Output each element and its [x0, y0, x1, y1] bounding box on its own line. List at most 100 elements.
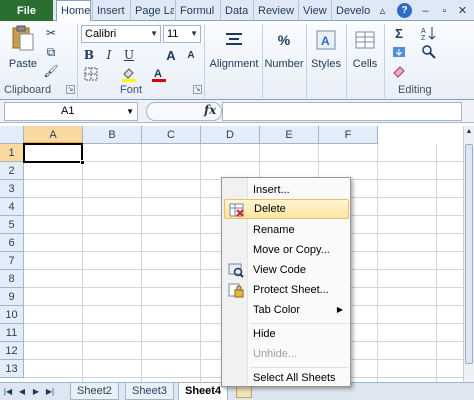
autosum-icon[interactable]: Σ [390, 24, 408, 42]
grow-font-button[interactable]: A [162, 46, 180, 64]
menu-item-label: Tab Color [253, 304, 301, 316]
cells-button[interactable]: Cells [349, 26, 381, 70]
sheet-context-menu: Insert... Delete Rename Move or Copy... … [221, 177, 351, 387]
minimize-icon[interactable]: – [418, 3, 433, 18]
cells-icon [352, 26, 378, 54]
restore-icon[interactable]: ▫ [437, 3, 452, 18]
tab-review[interactable]: Review [253, 0, 297, 21]
sort-filter-icon[interactable]: AZ [420, 24, 438, 42]
tab-view[interactable]: View [298, 0, 330, 21]
vertical-scrollbar[interactable]: ▲ [463, 126, 474, 382]
clipboard-launcher-icon[interactable]: ↘ [66, 85, 75, 94]
lock-icon [228, 283, 244, 298]
active-cell[interactable] [23, 143, 83, 163]
fill-handle[interactable] [80, 160, 85, 165]
menu-item-rename[interactable]: Rename [224, 220, 349, 240]
tab-insert[interactable]: Insert [92, 0, 129, 21]
row-header-6[interactable]: 6 [0, 234, 24, 252]
next-sheet-icon[interactable]: ▶ [31, 386, 41, 398]
fill-color-icon[interactable] [120, 65, 138, 83]
font-size-select[interactable]: 11 ▼ [163, 25, 201, 43]
tab-page-layout[interactable]: Page La [130, 0, 174, 21]
column-header-d[interactable]: D [201, 126, 260, 144]
clipboard-group-label: Clipboard [4, 84, 52, 96]
column-header-f[interactable]: F [319, 126, 378, 144]
number-button[interactable]: % Number [264, 26, 304, 70]
font-color-icon[interactable]: A [150, 65, 168, 83]
tab-home[interactable]: Home [56, 0, 91, 22]
row-header-9[interactable]: 9 [0, 288, 24, 306]
menu-item-label: View Code [253, 264, 306, 276]
ribbon: Paste ✂ ⧉ 🖌 Clipboard ↘ Calibri ▼ 11 ▼ B I… [0, 21, 474, 100]
scrollbar-thumb[interactable] [465, 144, 473, 364]
borders-icon[interactable] [82, 65, 100, 83]
sheet-tab-sheet2[interactable]: Sheet2 [70, 383, 119, 400]
select-all-corner[interactable] [0, 126, 24, 144]
tab-developer[interactable]: Develo [331, 0, 372, 21]
row-header-13[interactable]: 13 [0, 360, 24, 378]
row-header-1[interactable]: 1 [0, 144, 24, 162]
menu-item-label: Move or Copy... [253, 244, 330, 256]
menu-item-hide[interactable]: Hide [224, 324, 349, 344]
paste-button[interactable]: Paste [6, 24, 40, 70]
shrink-font-button[interactable]: A [182, 46, 200, 64]
clear-icon[interactable] [390, 62, 408, 80]
row-header-2[interactable]: 2 [0, 162, 24, 180]
menu-item-select-all-sheets[interactable]: Select All Sheets [224, 368, 349, 388]
row-header-11[interactable]: 11 [0, 324, 24, 342]
column-header-b[interactable]: B [83, 126, 142, 144]
menu-item-view-code[interactable]: View Code [224, 260, 349, 280]
format-painter-icon[interactable]: 🖌 [42, 62, 60, 80]
formula-input[interactable] [222, 102, 462, 121]
bold-button[interactable]: B [80, 46, 98, 64]
minimize-ribbon-icon[interactable]: ▵ [375, 3, 390, 18]
scroll-up-icon[interactable]: ▲ [464, 126, 474, 138]
copy-icon[interactable]: ⧉ [42, 43, 60, 61]
menu-item-insert[interactable]: Insert... [224, 180, 349, 200]
last-sheet-icon[interactable]: ▶| [45, 386, 55, 398]
chevron-down-icon: ▼ [150, 29, 158, 38]
find-select-icon[interactable] [420, 43, 438, 61]
first-sheet-icon[interactable]: |◀ [3, 386, 13, 398]
align-icon [221, 26, 247, 54]
font-name-value: Calibri [85, 28, 117, 40]
tab-data[interactable]: Data [220, 0, 252, 21]
cut-icon[interactable]: ✂ [42, 24, 60, 42]
column-header-e[interactable]: E [260, 126, 319, 144]
row-header-8[interactable]: 8 [0, 270, 24, 288]
font-group-label: Font [120, 84, 143, 96]
tab-file[interactable]: File [0, 0, 53, 21]
menu-item-move-copy[interactable]: Move or Copy... [224, 240, 349, 260]
sheet-tab-sheet3[interactable]: Sheet3 [125, 383, 174, 400]
styles-button[interactable]: A Styles [308, 26, 344, 70]
menu-item-protect-sheet[interactable]: Protect Sheet... [224, 280, 349, 300]
font-launcher-icon[interactable]: ↘ [193, 85, 202, 94]
row-header-10[interactable]: 10 [0, 306, 24, 324]
svg-text:A: A [421, 28, 426, 35]
row-header-7[interactable]: 7 [0, 252, 24, 270]
tab-formulas[interactable]: Formul [175, 0, 219, 21]
row-header-5[interactable]: 5 [0, 216, 24, 234]
fill-icon[interactable] [390, 43, 408, 61]
italic-button[interactable]: I [100, 46, 118, 64]
submenu-arrow-icon: ▶ [336, 305, 343, 314]
close-icon[interactable]: ✕ [455, 3, 470, 18]
underline-button[interactable]: U [120, 46, 138, 64]
row-header-12[interactable]: 12 [0, 342, 24, 360]
styles-icon: A [313, 26, 339, 54]
column-header-c[interactable]: C [142, 126, 201, 144]
column-header-a[interactable]: A [24, 126, 83, 144]
font-name-select[interactable]: Calibri ▼ [81, 25, 161, 43]
chevron-down-icon: ▼ [190, 29, 198, 38]
alignment-button[interactable]: Alignment [208, 26, 260, 70]
menu-item-label: Protect Sheet... [253, 284, 329, 296]
menu-item-tab-color[interactable]: Tab Color ▶ [224, 300, 349, 320]
prev-sheet-icon[interactable]: ◀ [17, 386, 27, 398]
name-box[interactable]: A1 ▼ [4, 102, 138, 121]
name-box-value: A1 [61, 105, 75, 117]
row-header-3[interactable]: 3 [0, 180, 24, 198]
row-header-4[interactable]: 4 [0, 198, 24, 216]
insert-function-icon[interactable]: fx [204, 103, 216, 117]
menu-item-delete[interactable]: Delete [224, 199, 349, 219]
help-icon[interactable]: ? [397, 3, 412, 18]
